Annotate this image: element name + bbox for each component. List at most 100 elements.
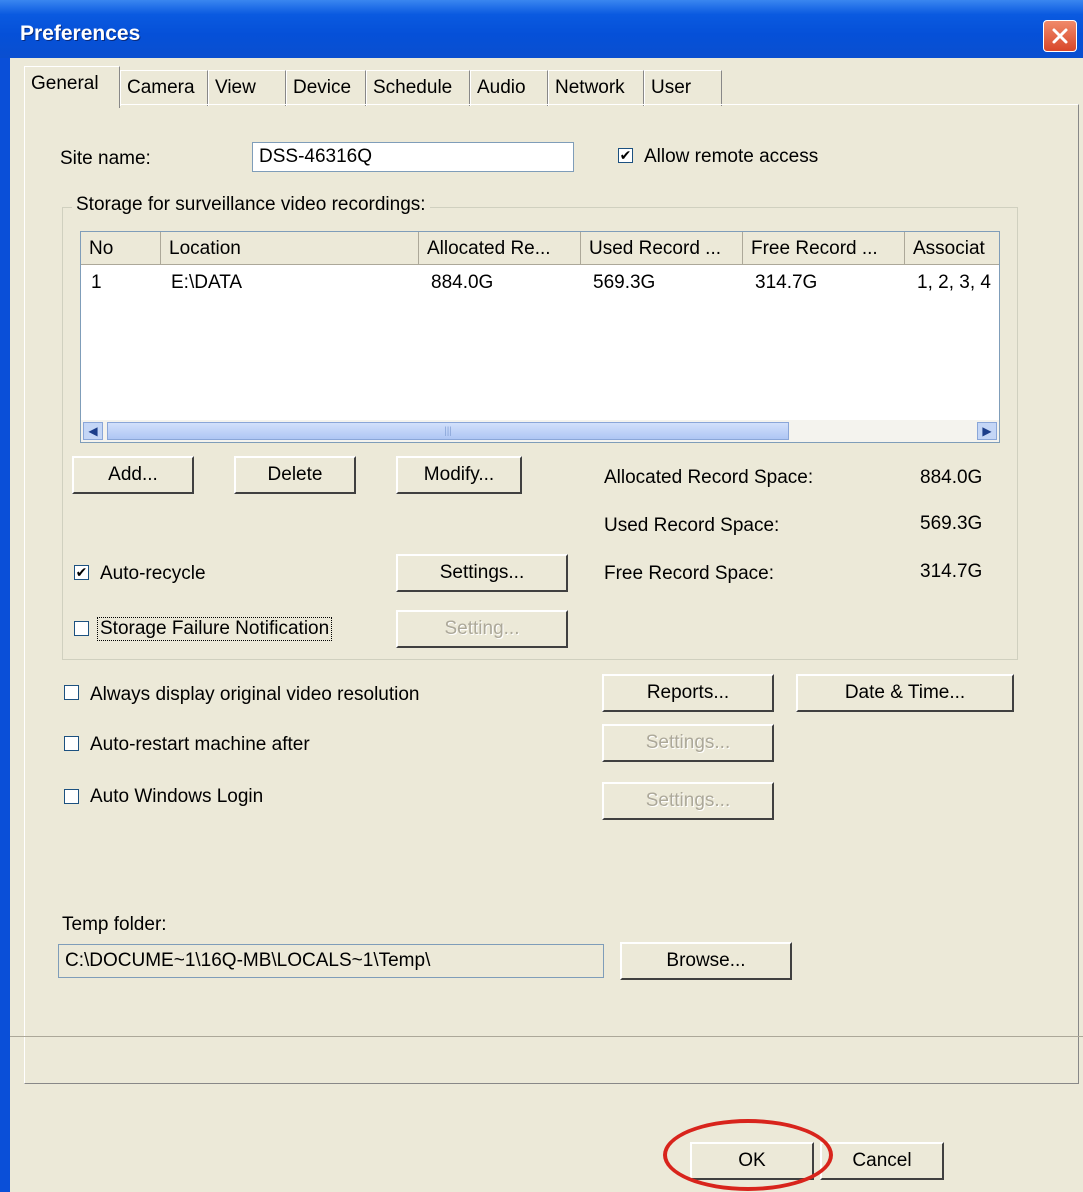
tab-label: Audio <box>477 77 526 98</box>
column-label: Associat <box>913 238 985 259</box>
always-display-checkbox[interactable] <box>64 685 79 700</box>
scroll-right-button[interactable]: ▶ <box>977 422 997 440</box>
cell-free: 314.7G <box>755 272 818 293</box>
preferences-window: Preferences General Camera View Device S… <box>0 0 1083 1192</box>
tab-label: View <box>215 77 256 98</box>
used-space-label: Used Record Space: <box>604 515 780 536</box>
column-label: Location <box>169 238 241 259</box>
storage-failure-setting-button: Setting... <box>396 610 568 648</box>
chevron-right-icon: ▶ <box>982 424 992 438</box>
window-title: Preferences <box>20 22 141 45</box>
used-space-value: 569.3G <box>920 513 983 534</box>
auto-recycle-settings-button[interactable]: Settings... <box>396 554 568 592</box>
tab-view[interactable]: View <box>208 70 286 106</box>
tab-audio[interactable]: Audio <box>470 70 548 106</box>
auto-login-settings-button: Settings... <box>602 782 774 820</box>
check-mark-icon: ✔ <box>619 147 632 163</box>
column-header-associated[interactable]: Associat <box>905 232 999 264</box>
cell-allocated: 884.0G <box>431 272 494 293</box>
button-label: Add... <box>108 464 158 485</box>
button-label: Reports... <box>646 682 730 703</box>
horizontal-scrollbar[interactable]: ◀ ||| ▶ <box>81 420 999 442</box>
ok-highlight-annotation <box>663 1119 833 1191</box>
button-label: Settings... <box>645 790 731 811</box>
reports-button[interactable]: Reports... <box>602 674 774 712</box>
dialog-client-area: General Camera View Device Schedule Audi… <box>10 58 1083 1192</box>
button-label: Setting... <box>444 618 520 639</box>
temp-folder-label: Temp folder: <box>62 914 167 935</box>
grip-icon: ||| <box>444 425 452 437</box>
allow-remote-checkbox[interactable]: ✔ <box>618 148 633 163</box>
cell-location: E:\DATA <box>171 272 243 293</box>
tab-schedule[interactable]: Schedule <box>366 70 470 106</box>
button-label: Settings... <box>439 562 525 583</box>
column-header-no[interactable]: No <box>81 232 161 264</box>
column-label: Used Record ... <box>589 238 721 259</box>
always-display-label: Always display original video resolution <box>90 684 420 705</box>
cell-used: 569.3G <box>593 272 656 293</box>
storage-list-header: No Location Allocated Re... Used Record … <box>81 232 999 265</box>
tab-label: Schedule <box>373 77 453 98</box>
tab-general[interactable]: General <box>24 66 120 108</box>
storage-group-title: Storage for surveillance video recording… <box>72 194 430 216</box>
storage-list-view[interactable]: No Location Allocated Re... Used Record … <box>80 231 1000 443</box>
footer-separator <box>10 1036 1083 1037</box>
tab-camera[interactable]: Camera <box>120 70 208 106</box>
date-time-button[interactable]: Date & Time... <box>796 674 1014 712</box>
column-header-location[interactable]: Location <box>161 232 419 264</box>
storage-failure-checkbox[interactable] <box>74 621 89 636</box>
tab-label: General <box>31 73 99 94</box>
free-space-label: Free Record Space: <box>604 563 775 584</box>
auto-restart-checkbox[interactable] <box>64 736 79 751</box>
allocated-space-label: Allocated Record Space: <box>604 467 814 488</box>
delete-storage-button[interactable]: Delete <box>234 456 356 494</box>
auto-restart-settings-button: Settings... <box>602 724 774 762</box>
tab-user[interactable]: User <box>644 70 722 106</box>
button-label: Cancel <box>852 1150 912 1171</box>
tab-network[interactable]: Network <box>548 70 644 106</box>
tab-label: Camera <box>127 77 195 98</box>
auto-restart-label: Auto-restart machine after <box>90 734 310 755</box>
auto-recycle-label: Auto-recycle <box>100 563 206 584</box>
free-space-value: 314.7G <box>920 561 983 582</box>
tab-label: Device <box>293 77 352 98</box>
tab-label: Network <box>555 77 625 98</box>
column-header-allocated[interactable]: Allocated Re... <box>419 232 581 264</box>
site-name-value: DSS-46316Q <box>259 146 373 167</box>
auto-recycle-checkbox[interactable]: ✔ <box>74 565 89 580</box>
auto-login-checkbox[interactable] <box>64 789 79 804</box>
title-bar[interactable]: Preferences <box>0 0 1083 58</box>
temp-folder-input[interactable]: C:\DOCUME~1\16Q-MB\LOCALS~1\Temp\ <box>58 944 604 978</box>
button-label: Date & Time... <box>844 682 966 703</box>
column-label: No <box>89 238 114 259</box>
scrollbar-thumb[interactable]: ||| <box>107 422 789 440</box>
column-label: Free Record ... <box>751 238 878 259</box>
cell-associated: 1, 2, 3, 4 <box>917 272 991 293</box>
close-button[interactable] <box>1043 20 1077 52</box>
close-icon <box>1052 28 1068 44</box>
allocated-space-value: 884.0G <box>920 467 983 488</box>
scroll-left-button[interactable]: ◀ <box>83 422 103 440</box>
cell-no: 1 <box>91 272 102 293</box>
button-label: Delete <box>267 464 323 485</box>
temp-folder-value: C:\DOCUME~1\16Q-MB\LOCALS~1\Temp\ <box>65 950 431 971</box>
button-label: Browse... <box>666 950 746 971</box>
site-name-label: Site name: <box>60 148 151 169</box>
tab-label: User <box>651 77 692 98</box>
column-label: Allocated Re... <box>427 238 551 259</box>
button-label: Settings... <box>645 732 731 753</box>
auto-login-label: Auto Windows Login <box>90 786 264 807</box>
tab-device[interactable]: Device <box>286 70 366 106</box>
site-name-input[interactable]: DSS-46316Q <box>252 142 574 172</box>
storage-failure-label: Storage Failure Notification <box>96 617 333 641</box>
modify-storage-button[interactable]: Modify... <box>396 456 522 494</box>
check-mark-icon: ✔ <box>75 564 88 580</box>
chevron-left-icon: ◀ <box>88 424 98 438</box>
allow-remote-label: Allow remote access <box>644 146 819 167</box>
column-header-used[interactable]: Used Record ... <box>581 232 743 264</box>
button-label: Modify... <box>423 464 495 485</box>
cancel-button[interactable]: Cancel <box>820 1142 944 1180</box>
add-storage-button[interactable]: Add... <box>72 456 194 494</box>
browse-button[interactable]: Browse... <box>620 942 792 980</box>
column-header-free[interactable]: Free Record ... <box>743 232 905 264</box>
